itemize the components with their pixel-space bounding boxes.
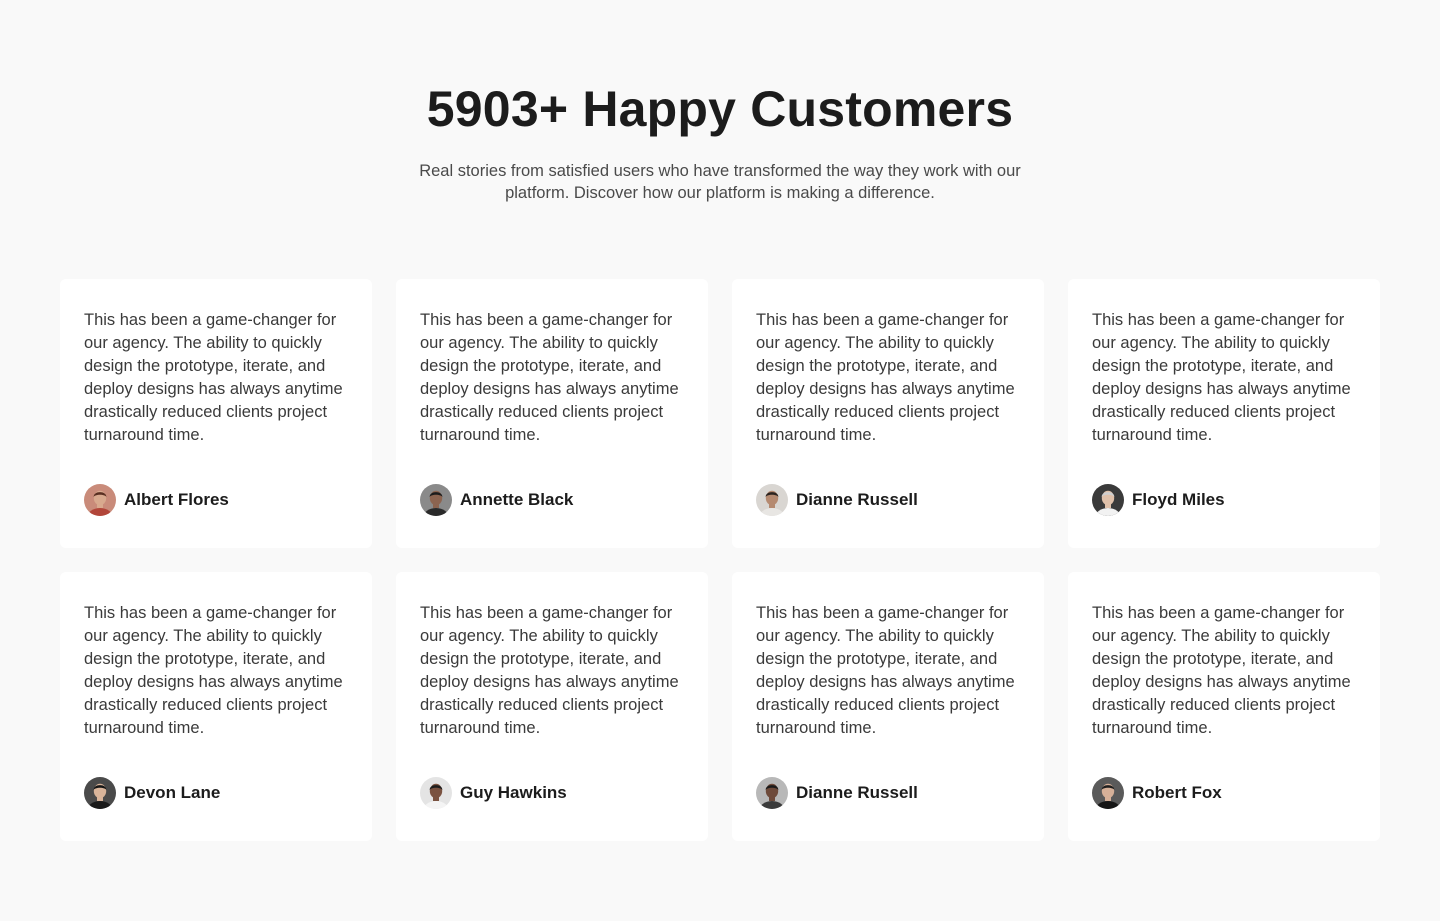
avatar — [84, 484, 116, 516]
testimonial-quote: This has been a game-changer for our age… — [84, 311, 343, 444]
testimonial-quote: This has been a game-changer for our age… — [1092, 604, 1351, 737]
testimonial-author: Robert Fox — [1092, 777, 1222, 809]
testimonial-quote: This has been a game-changer for our age… — [420, 311, 679, 444]
testimonial-author: Albert Flores — [84, 484, 229, 516]
author-name: Devon Lane — [124, 783, 221, 802]
section-header: 5903+ Happy Customers Real stories from … — [0, 80, 1440, 204]
testimonial-author: Dianne Russell — [756, 777, 918, 809]
testimonial-author: Guy Hawkins — [420, 777, 567, 809]
avatar — [756, 484, 788, 516]
avatar — [84, 777, 116, 809]
testimonial-card: This has been a game-changer for our age… — [396, 572, 708, 841]
testimonial-grid: This has been a game-changer for our age… — [60, 279, 1380, 841]
author-name: Dianne Russell — [796, 490, 918, 509]
author-name: Floyd Miles — [1132, 490, 1225, 509]
author-name: Robert Fox — [1132, 783, 1222, 802]
avatar — [1092, 777, 1124, 809]
page-subtitle: Real stories from satisfied users who ha… — [419, 162, 1021, 202]
testimonial-author: Annette Black — [420, 484, 573, 516]
testimonial-card: This has been a game-changer for our age… — [60, 572, 372, 841]
testimonial-card: This has been a game-changer for our age… — [732, 572, 1044, 841]
testimonials-section: 5903+ Happy Customers Real stories from … — [0, 0, 1440, 921]
testimonial-quote: This has been a game-changer for our age… — [420, 604, 679, 737]
testimonial-quote: This has been a game-changer for our age… — [756, 604, 1015, 737]
testimonial-author: Dianne Russell — [756, 484, 918, 516]
author-name: Dianne Russell — [796, 783, 918, 802]
testimonial-card: This has been a game-changer for our age… — [396, 279, 708, 548]
avatar — [756, 777, 788, 809]
testimonial-author: Devon Lane — [84, 777, 220, 809]
testimonial-author: Floyd Miles — [1092, 484, 1225, 516]
avatar — [420, 484, 452, 516]
avatar — [420, 777, 452, 809]
testimonial-quote: This has been a game-changer for our age… — [1092, 311, 1351, 444]
testimonial-card: This has been a game-changer for our age… — [60, 279, 372, 548]
author-name: Albert Flores — [124, 490, 229, 509]
testimonial-card: This has been a game-changer for our age… — [732, 279, 1044, 548]
testimonial-quote: This has been a game-changer for our age… — [84, 604, 343, 737]
testimonial-quote: This has been a game-changer for our age… — [756, 311, 1015, 444]
avatar — [1092, 484, 1124, 516]
testimonial-card: This has been a game-changer for our age… — [1068, 572, 1380, 841]
author-name: Annette Black — [460, 490, 574, 509]
author-name: Guy Hawkins — [460, 783, 567, 802]
page-title: 5903+ Happy Customers — [426, 81, 1014, 137]
testimonial-card: This has been a game-changer for our age… — [1068, 279, 1380, 548]
